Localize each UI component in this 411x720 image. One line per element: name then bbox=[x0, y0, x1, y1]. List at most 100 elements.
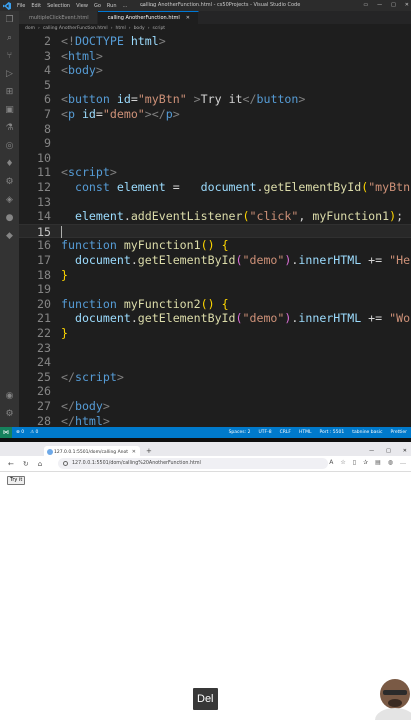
breadcrumb-item[interactable]: html bbox=[116, 26, 126, 31]
code-line[interactable]: 18} bbox=[19, 268, 411, 283]
site-info-icon[interactable] bbox=[63, 461, 68, 466]
breadcrumb-item[interactable]: body bbox=[134, 26, 145, 31]
code-text: const element = document.getElementById(… bbox=[61, 180, 411, 195]
tab-calling-another-function[interactable]: calling AnotherFunction.html ✕ bbox=[97, 11, 199, 24]
browser-back-icon[interactable]: ← bbox=[8, 460, 14, 468]
menu-more[interactable]: ... bbox=[123, 3, 128, 9]
code-line[interactable]: 4 <body> bbox=[19, 63, 411, 78]
status-encoding[interactable]: UTF-8 bbox=[258, 430, 271, 435]
menu-edit[interactable]: Edit bbox=[31, 3, 41, 9]
browser-maximize-icon[interactable]: □ bbox=[386, 448, 391, 454]
menu-selection[interactable]: Selection bbox=[47, 3, 70, 9]
remote-explorer-icon[interactable]: ▣ bbox=[4, 105, 15, 116]
code-line[interactable]: 2 <!DOCTYPE html> bbox=[19, 34, 411, 49]
code-line[interactable]: 27 </body> bbox=[19, 399, 411, 414]
warnings-count[interactable]: ⚠ 0 bbox=[30, 430, 38, 435]
favorite-star-icon[interactable]: ☆ bbox=[340, 459, 345, 466]
code-line[interactable]: 9 bbox=[19, 136, 411, 151]
search-icon[interactable]: ⌕ bbox=[4, 33, 15, 44]
github-icon[interactable]: ● bbox=[4, 213, 15, 224]
code-token: < bbox=[61, 165, 68, 180]
status-live-server-port[interactable]: Port : 5501 bbox=[319, 430, 344, 435]
code-line[interactable]: 13 bbox=[19, 195, 411, 210]
code-line[interactable]: 24 bbox=[19, 355, 411, 370]
home-icon[interactable]: ⌂ bbox=[38, 460, 42, 468]
code-line[interactable]: 15 bbox=[19, 223, 411, 239]
source-control-icon[interactable]: ⑂ bbox=[4, 51, 15, 62]
tab-close-icon[interactable]: ✕ bbox=[186, 15, 190, 21]
code-line[interactable]: 14 element.addEventListener("click", myF… bbox=[19, 209, 411, 224]
address-bar[interactable]: 127.0.0.1:5501/dom/calling%20AnotherFunc… bbox=[58, 458, 328, 469]
status-prettier[interactable]: Prettier bbox=[390, 430, 407, 435]
account-icon[interactable]: ◉ bbox=[4, 391, 15, 402]
docker-icon[interactable]: ⚙ bbox=[4, 177, 15, 188]
status-eol[interactable]: CRLF bbox=[280, 430, 291, 435]
code-editor[interactable]: 2 <!DOCTYPE html> 3 <html> 4 <body> 5 6 <button … bbox=[19, 33, 411, 427]
flame-icon[interactable]: ♦ bbox=[4, 159, 15, 170]
code-token: "World !" bbox=[389, 311, 411, 326]
reload-icon[interactable]: ↻ bbox=[23, 460, 29, 468]
more-menu-icon[interactable]: … bbox=[400, 459, 406, 466]
database-icon[interactable]: ◎ bbox=[4, 141, 15, 152]
minimize-icon[interactable]: — bbox=[377, 2, 382, 8]
tab-label: calling AnotherFunction.html bbox=[107, 15, 180, 21]
split-screen-icon[interactable]: ▯ bbox=[353, 459, 356, 466]
code-line[interactable]: 16 function myFunction1() { bbox=[19, 238, 411, 253]
code-line[interactable]: 21 document.getElementById("demo").inner… bbox=[19, 311, 411, 326]
settings-gear-icon[interactable]: ⚙ bbox=[4, 409, 15, 420]
remote-indicator-icon[interactable]: ⋈ bbox=[0, 427, 12, 438]
browser-close-icon[interactable]: ✕ bbox=[403, 448, 407, 454]
menu-run[interactable]: Run bbox=[107, 3, 117, 9]
extensions-icon[interactable]: ⊞ bbox=[4, 87, 15, 98]
code-line[interactable]: 6 <button id="myBtn" >Try it</button> bbox=[19, 92, 411, 107]
code-line[interactable]: 12 const element = document.getElementBy… bbox=[19, 180, 411, 195]
code-line[interactable]: 20 function myFunction2() { bbox=[19, 297, 411, 312]
status-language[interactable]: HTML bbox=[299, 430, 312, 435]
run-debug-icon[interactable]: ▷ bbox=[4, 69, 15, 80]
code-line[interactable]: 3 <html> bbox=[19, 49, 411, 64]
collections-icon[interactable]: ▤ bbox=[375, 459, 381, 466]
maximize-icon[interactable]: □ bbox=[391, 2, 396, 8]
tabnine-icon[interactable]: ◈ bbox=[4, 195, 15, 206]
new-tab-icon[interactable]: + bbox=[146, 447, 152, 455]
reader-view-icon[interactable]: A bbox=[329, 459, 333, 466]
breadcrumb-item[interactable]: script bbox=[153, 26, 166, 31]
browser-tab-close-icon[interactable]: ✕ bbox=[132, 449, 136, 455]
browser-minimize-icon[interactable]: — bbox=[369, 448, 374, 454]
code-line[interactable]: 22} bbox=[19, 326, 411, 341]
code-line[interactable]: 19 bbox=[19, 282, 411, 297]
code-line[interactable]: 7 <p id="demo"></p> bbox=[19, 107, 411, 122]
explorer-icon[interactable]: ❐ bbox=[4, 15, 15, 26]
menu-go[interactable]: Go bbox=[94, 3, 101, 9]
code-line[interactable]: 28 </html> bbox=[19, 414, 411, 427]
code-line[interactable]: 8 bbox=[19, 122, 411, 137]
breadcrumb-item[interactable]: dom bbox=[25, 26, 35, 31]
layout-icon[interactable]: ▭ bbox=[363, 2, 368, 8]
code-token: <! bbox=[61, 34, 75, 48]
testing-icon[interactable]: ⚗ bbox=[4, 123, 15, 134]
python-icon[interactable]: ◆ bbox=[4, 231, 15, 242]
close-icon[interactable]: ✕ bbox=[405, 2, 409, 8]
status-tabnine[interactable]: tabnine basic bbox=[352, 430, 382, 435]
menu-file[interactable]: File bbox=[17, 3, 25, 9]
code-token: "Hello " bbox=[389, 253, 411, 267]
profile-icon[interactable]: ◍ bbox=[388, 459, 393, 466]
menu-view[interactable]: View bbox=[76, 3, 88, 9]
code-line[interactable]: 17 document.getElementById("demo").inner… bbox=[19, 253, 411, 268]
code-line[interactable]: 11 <script> bbox=[19, 165, 411, 180]
favorites-icon[interactable]: ✰ bbox=[363, 459, 368, 466]
status-indent[interactable]: Spaces: 2 bbox=[229, 430, 251, 435]
errors-count[interactable]: ⊗ 0 bbox=[16, 430, 24, 435]
tab-multiple-click-event[interactable]: multipleClickEvent.html bbox=[19, 11, 98, 24]
code-line[interactable]: 26 bbox=[19, 384, 411, 399]
code-line[interactable]: 10 bbox=[19, 151, 411, 166]
code-line[interactable]: 25 </script> bbox=[19, 370, 411, 385]
code-text: } bbox=[61, 268, 68, 283]
breadcrumb-item[interactable]: calling AnotherFunction.html bbox=[43, 26, 108, 31]
try-it-button[interactable]: Try it bbox=[7, 476, 26, 485]
code-line[interactable]: 23 bbox=[19, 341, 411, 356]
code-token: Try it bbox=[200, 92, 243, 107]
code-line[interactable]: 5 bbox=[19, 78, 411, 93]
code-token: < bbox=[61, 92, 68, 107]
